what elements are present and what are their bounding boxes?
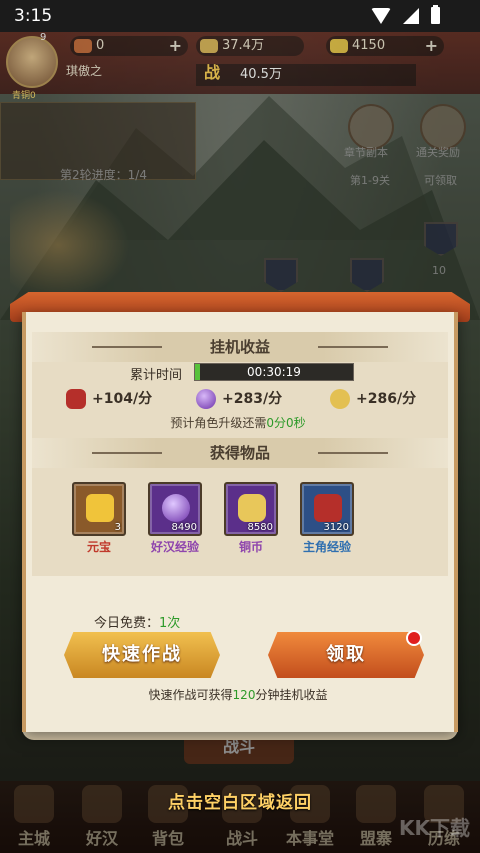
- upgrade-hint-text: 预计角色升级还需: [170, 416, 267, 430]
- items-obtained-title: 获得物品: [209, 444, 270, 462]
- accumulated-time-value: 00:30:19: [247, 365, 301, 379]
- accumulated-time-label: 累计时间: [130, 368, 183, 383]
- quick-hint-minutes: 120: [232, 688, 256, 702]
- item-slot: 8580: [224, 482, 278, 536]
- coin-icon: [238, 494, 266, 522]
- free-today-count: 1次: [159, 616, 181, 631]
- reward-item[interactable]: 3 元宝: [72, 482, 126, 555]
- claim-button[interactable]: 领取: [268, 632, 424, 678]
- purple-orb-icon: [196, 389, 216, 409]
- divider-ornament: [318, 452, 388, 454]
- upgrade-hint-time: 0分0秒: [266, 416, 306, 430]
- gold-ingot-icon: [330, 39, 348, 53]
- top-resource-bar: 9 青铜0 0 + 37.4万 4150 + 琪傲之 战 40.5万: [0, 32, 480, 101]
- hero-exp-rate: +283/分: [196, 388, 282, 410]
- tap-to-return-hint: 点击空白区域返回: [168, 793, 312, 813]
- upgrade-estimate: 预计角色升级还需0分0秒: [26, 414, 450, 431]
- coin-resource: 37.4万: [196, 36, 304, 56]
- reward-item[interactable]: 3120 主角经验: [300, 482, 354, 555]
- battery-icon: [431, 5, 440, 24]
- meat-icon: [74, 39, 92, 53]
- notification-dot: [406, 630, 422, 646]
- status-icons: [371, 5, 440, 24]
- coin-icon: [330, 389, 350, 409]
- accumulated-time-bar: 00:30:19: [194, 363, 354, 381]
- hero-exp-rate-value: +283/分: [222, 391, 283, 407]
- coin-rate: +286/分: [330, 388, 416, 410]
- exp-jar-icon: [314, 494, 342, 522]
- combat-power: 战 40.5万: [196, 63, 416, 86]
- power-icon: 战: [204, 63, 221, 82]
- item-count: 8580: [247, 522, 273, 533]
- status-bar: 3:15: [0, 0, 480, 32]
- reward-item[interactable]: 8580 铜币: [224, 482, 278, 555]
- exp-jar-icon: [66, 389, 86, 409]
- quick-hint-suffix: 分钟挂机收益: [255, 688, 328, 702]
- item-slot: 3120: [300, 482, 354, 536]
- coin-icon: [200, 39, 218, 53]
- item-slot: 8490: [148, 482, 202, 536]
- idle-rewards-modal: 挂机收益 累计时间 00:30:19 +104/分 +283/分 +286/分 …: [22, 312, 458, 732]
- player-avatar[interactable]: [6, 36, 58, 88]
- item-slot: 3: [72, 482, 126, 536]
- exp-rate: +104/分: [66, 388, 152, 410]
- gold-resource: 4150 +: [326, 36, 444, 56]
- gold-value: 4150: [352, 38, 386, 53]
- item-name: 主角经验: [302, 540, 351, 554]
- status-time: 3:15: [14, 6, 53, 26]
- item-count: 3120: [323, 522, 349, 533]
- reward-item[interactable]: 8490 好汉经验: [148, 482, 202, 555]
- divider-ornament: [92, 452, 162, 454]
- gold-ingot-icon: [86, 494, 114, 522]
- quick-hint-prefix: 快速作战可获得: [148, 688, 233, 702]
- divider-ornament: [318, 346, 388, 348]
- item-name: 好汉经验: [150, 540, 199, 554]
- coin-rate-value: +286/分: [356, 391, 417, 407]
- quick-battle-button[interactable]: 快速作战: [64, 632, 220, 678]
- idle-income-title: 挂机收益: [209, 338, 270, 356]
- meat-value: 0: [96, 38, 105, 53]
- items-obtained-header: 获得物品: [32, 438, 448, 468]
- idle-income-header: 挂机收益: [32, 332, 448, 362]
- item-count: 8490: [171, 522, 197, 533]
- add-gold-button[interactable]: +: [425, 36, 438, 56]
- quick-battle-hint: 快速作战可获得120分钟挂机收益: [26, 686, 450, 703]
- signal-icon: [403, 7, 419, 24]
- meat-resource: 0 +: [70, 36, 188, 56]
- watermark: KK下载: [399, 816, 470, 840]
- item-name: 铜币: [238, 540, 263, 554]
- exp-rate-value: +104/分: [92, 391, 153, 407]
- free-today-label: 今日免费：: [94, 616, 160, 631]
- wifi-icon: [371, 7, 391, 24]
- player-level: 9: [40, 32, 47, 43]
- item-count: 3: [114, 522, 121, 533]
- player-rank: 青铜0: [12, 91, 36, 101]
- add-meat-button[interactable]: +: [169, 36, 182, 56]
- coin-value: 37.4万: [222, 38, 264, 53]
- item-name: 元宝: [86, 540, 111, 554]
- purple-orb-icon: [162, 494, 190, 522]
- free-today: 今日免费：1次: [94, 612, 180, 631]
- power-value: 40.5万: [240, 67, 282, 82]
- divider-ornament: [92, 346, 162, 348]
- player-name: 琪傲之: [66, 64, 103, 78]
